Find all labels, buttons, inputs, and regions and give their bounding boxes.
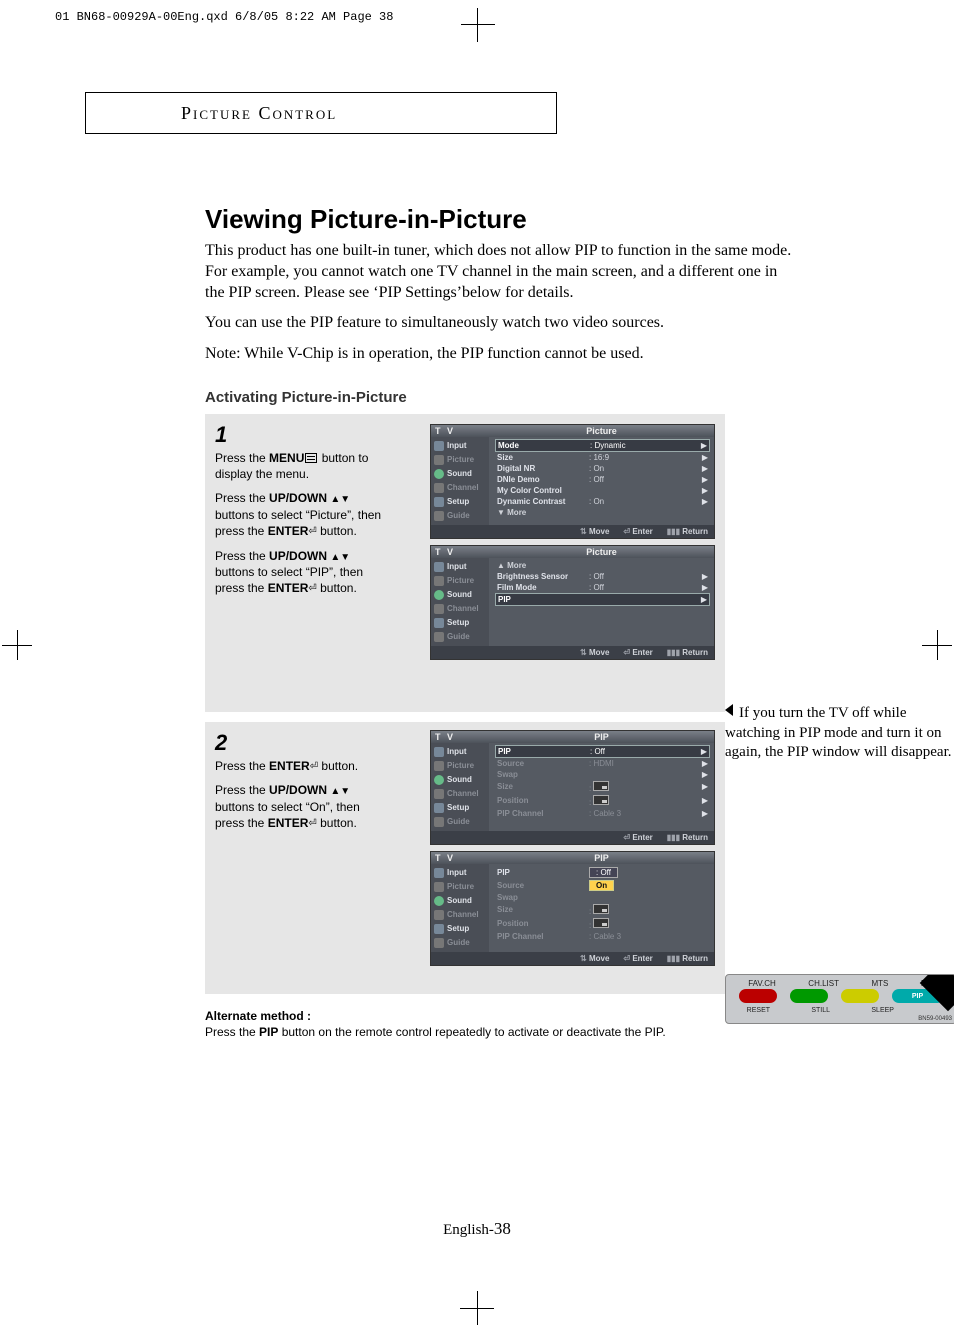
setup-icon [434,497,444,507]
guide-icon [434,511,444,521]
crop-mark-right [922,630,952,660]
osd-tv-label: T V [435,426,493,436]
step-2-box: 2 Press the ENTER⏎ button. Press the UP/… [205,722,725,994]
remote-red-button [739,989,777,1003]
position-box-icon [593,918,609,928]
crop-mark-bottom [462,1293,492,1323]
size-box-icon [593,781,609,791]
subheading: Activating Picture-in-Picture [205,389,885,406]
intro-p2: You can use the PIP feature to simultane… [205,313,795,334]
osd-picture-menu-2: T V Picture Input Picture Sound Channel … [430,545,715,660]
enter-icon: ⏎ [310,760,318,774]
menu-icon [305,453,317,463]
updown-icon: ▲▼ [330,786,350,797]
remote-label-favch: FAV.CH [748,979,776,988]
updown-icon: ▲▼ [330,552,350,563]
alternate-method-box: Alternate method : Press the PIP button … [205,1004,705,1040]
osd-sidebar: Input Picture Sound Channel Setup Guide [431,437,489,525]
osd-pip-menu-2: T VPIP Input Picture Sound Channel Setup… [430,851,715,966]
on-highlight: On [589,880,614,891]
left-triangle-icon [725,704,733,716]
enter-icon: ⏎ [308,582,316,596]
page-content: Picture Control Viewing Picture-in-Pictu… [85,92,885,1040]
intro-p3: Note: While V-Chip is in operation, the … [205,344,795,365]
remote-model-number: BN59-00493 [918,1016,952,1022]
crop-mark-left [2,630,32,660]
more-down-icon: ▼ More [497,508,526,517]
enter-icon: ⏎ [308,817,316,831]
position-box-icon [593,795,609,805]
page-title: Viewing Picture-in-Picture [205,204,885,235]
crop-mark-top [463,10,491,38]
osd-screens-step2: T VPIP Input Picture Sound Channel Setup… [430,730,715,966]
remote-label-mts: MTS [871,979,888,988]
intro-p1: This product has one built-in tuner, whi… [205,241,795,303]
right-arrow-icon: ▶ [701,441,707,450]
channel-icon [434,483,444,493]
page-number: 38 [494,1219,511,1238]
section-header-bar: Picture Control [85,92,557,134]
step-1-text: Press the MENU button to display the men… [215,450,390,597]
osd-pip-menu-1: T VPIP Input Picture Sound Channel Setup… [430,730,715,845]
updown-icon: ▲▼ [330,494,350,505]
osd-picture-menu-1: T V Picture Input Picture Sound Channel … [430,424,715,539]
remote-yellow-button [841,989,879,1003]
picture-icon [434,455,444,465]
step-2-text: Press the ENTER⏎ button. Press the UP/DO… [215,758,390,832]
input-icon [434,441,444,451]
intro-text: This product has one built-in tuner, whi… [205,241,795,365]
page-footer: English-38 [0,1219,954,1239]
remote-label-chlist: CH.LIST [808,979,839,988]
alternate-method-heading: Alternate method : [205,1008,705,1024]
enter-icon: ⏎ [308,525,316,539]
page-metadata-line: 01 BN68-00929A-00Eng.qxd 6/8/05 8:22 AM … [55,10,393,24]
step-1-box: 1 Press the MENU button to display the m… [205,414,725,712]
more-up-icon: ▲ More [497,561,526,570]
osd-title: Picture [493,426,710,436]
osd-screens-step1: T V Picture Input Picture Sound Channel … [430,424,715,660]
sound-icon [434,469,444,479]
side-note: If you turn the TV off while watching in… [725,704,954,763]
remote-green-button [790,989,828,1003]
remote-control-illustration: FAV.CH CH.LIST MTS PIP PIP RESET STILL S… [725,974,954,1024]
size-box-icon [593,904,609,914]
section-header-text: Picture Control [181,103,337,124]
